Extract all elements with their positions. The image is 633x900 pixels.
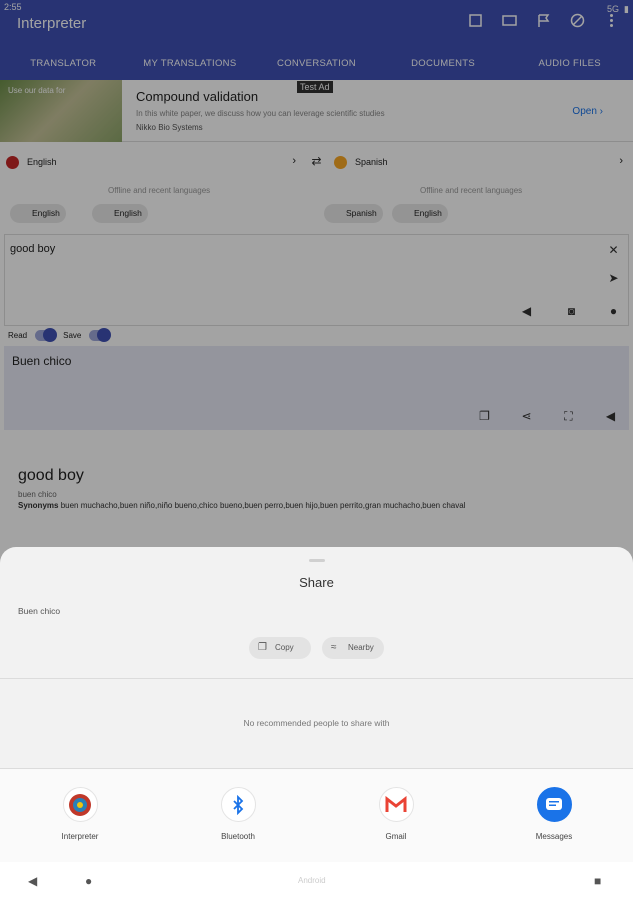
copy-button[interactable]: ❐ Copy [249,637,311,659]
nav-center-text: Android [298,876,326,885]
home-icon[interactable]: ● [85,874,92,888]
share-target-label: Bluetooth [221,832,255,841]
nearby-icon: ≈ [331,642,337,653]
share-target-bluetooth[interactable]: Bluetooth [198,787,278,841]
bluetooth-icon [220,787,256,822]
divider [0,678,633,679]
system-nav-bar: ◀ ● Android ■ [0,862,633,900]
copy-label: Copy [275,643,294,652]
share-target-gmail[interactable]: Gmail [356,787,436,841]
share-target-messages[interactable]: Messages [514,787,594,841]
share-target-label: Messages [535,832,573,841]
interpreter-app-icon [62,787,98,822]
back-icon[interactable]: ◀ [28,874,37,888]
share-target-label: Gmail [385,832,407,841]
share-title: Share [299,575,334,590]
nearby-button[interactable]: ≈ Nearby [322,637,384,659]
share-preview-text: Buen chico [18,606,61,616]
gmail-icon [378,787,414,822]
nearby-label: Nearby [348,643,374,652]
messages-icon [536,787,572,822]
share-sheet: Share Buen chico ❐ Copy ≈ Nearby No reco… [0,547,633,863]
recents-icon[interactable]: ■ [594,874,601,888]
no-recommended-people: No recommended people to share with [243,718,390,728]
copy-icon: ❐ [258,642,267,653]
share-targets: Interpreter Bluetooth Gmail Messages [0,769,633,863]
share-target-label: Interpreter [61,832,99,841]
drag-handle[interactable] [309,559,325,562]
share-target-interpreter[interactable]: Interpreter [40,787,120,841]
